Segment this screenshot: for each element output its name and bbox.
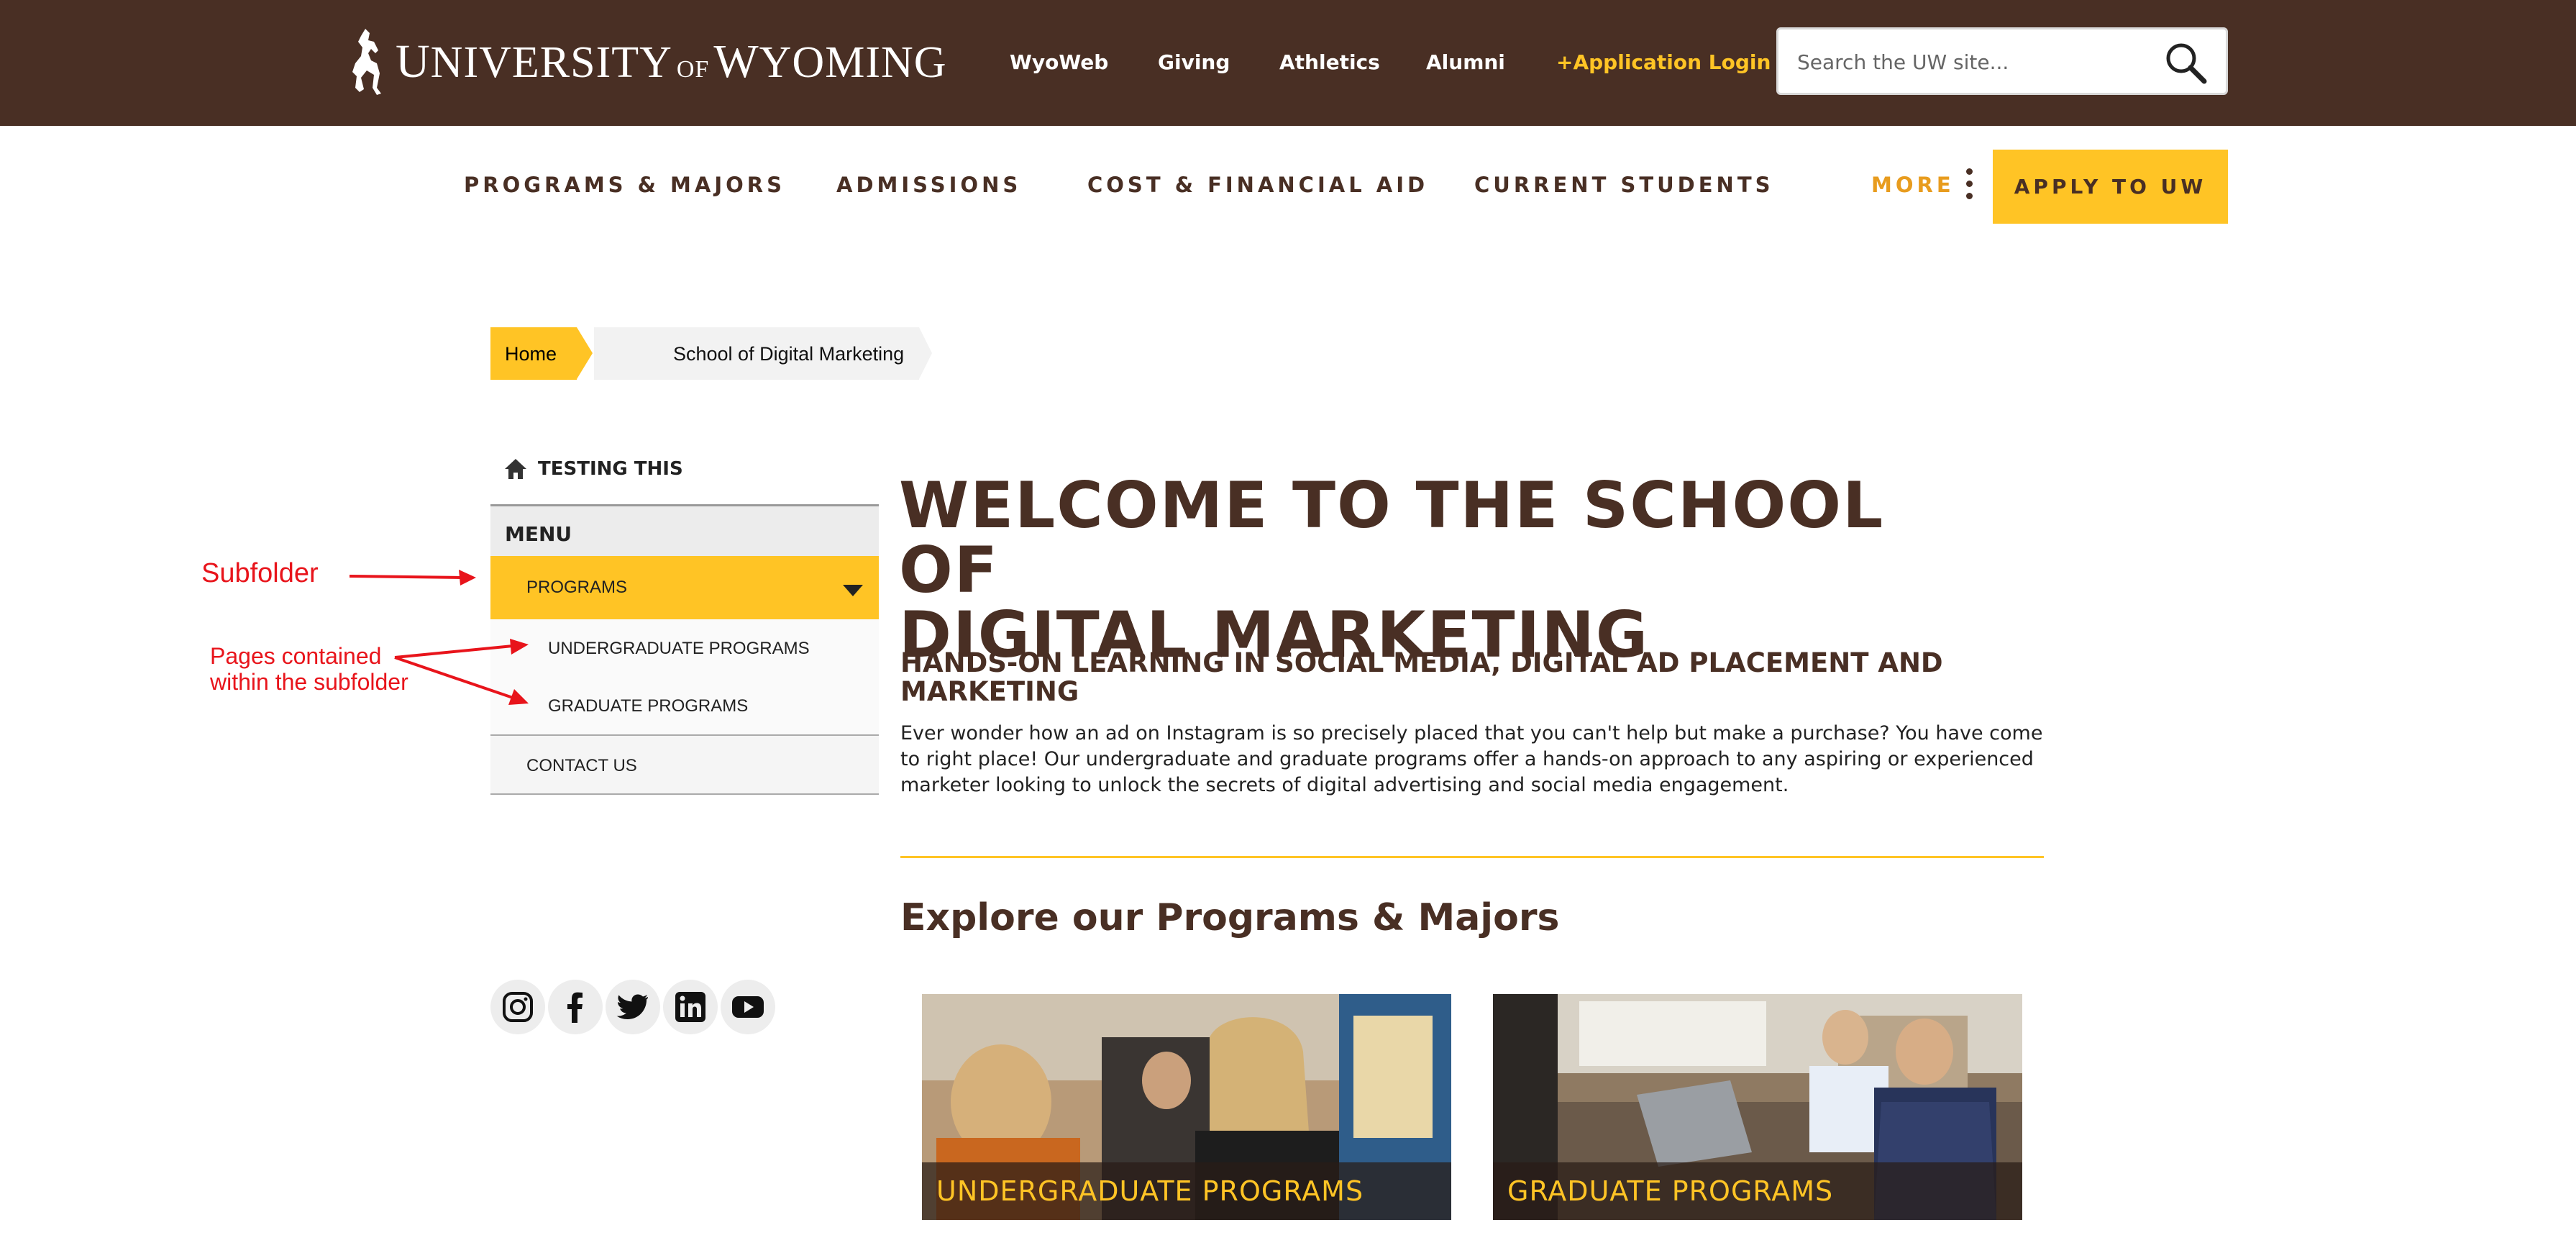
arrow-icon [349, 570, 476, 586]
youtube-link[interactable] [721, 980, 775, 1034]
sidebar-home-label: TESTING THIS [538, 458, 683, 480]
uw-logo[interactable]: UNIVERSITY OFWYOMING [344, 26, 947, 98]
top-bar: UNIVERSITY OFWYOMING WyoWeb Giving Athlet… [0, 0, 2576, 126]
logo-wordmark: UNIVERSITY OFWYOMING [396, 35, 947, 88]
sidebar-item-undergraduate-programs[interactable]: UNDERGRADUATE PROGRAMS [490, 619, 879, 677]
undergraduate-programs-card[interactable]: UNDERGRADUATE PROGRAMS [922, 994, 1451, 1220]
home-icon [505, 459, 526, 479]
athletics-link[interactable]: Athletics [1279, 50, 1380, 74]
search-button[interactable] [2162, 40, 2210, 87]
breadcrumb-home[interactable]: Home [490, 327, 577, 380]
nav-programs-majors[interactable]: PROGRAMS & MAJORS [464, 173, 785, 197]
gold-divider [900, 856, 2044, 858]
twitter-icon [616, 994, 648, 1019]
alumni-link[interactable]: Alumni [1426, 50, 1505, 74]
sidebar-item-graduate-programs[interactable]: GRADUATE PROGRAMS [490, 677, 879, 734]
page-title-line1: WELCOME TO THE SCHOOL OF [899, 468, 1885, 607]
breadcrumb-arrow [919, 327, 932, 379]
intro-paragraph: Ever wonder how an ad on Instagram is so… [900, 722, 2043, 796]
sidebar-item-contact-us[interactable]: CONTACT US [490, 734, 879, 795]
bucking-horse-icon [352, 29, 381, 95]
breadcrumb-home-arrow [577, 327, 593, 379]
linkedin-icon [675, 992, 705, 1022]
caret-down-icon[interactable] [843, 585, 863, 596]
section-title: Explore our Programs & Majors [900, 896, 1560, 939]
apply-button[interactable]: APPLY TO UW [1993, 150, 2228, 224]
facebook-icon [567, 992, 583, 1023]
instagram-link[interactable] [490, 980, 545, 1034]
search-icon [2166, 43, 2207, 84]
page-subheading: HANDS-ON LEARNING IN SOCIAL MEDIA, DIGIT… [900, 647, 1943, 707]
twitter-link[interactable] [606, 980, 660, 1034]
card-label: UNDERGRADUATE PROGRAMS [922, 1162, 1451, 1220]
wyoweb-link[interactable]: WyoWeb [1010, 50, 1108, 74]
nav-admissions[interactable]: ADMISSIONS [836, 173, 1021, 197]
application-login-link[interactable]: +Application Login [1556, 50, 1771, 74]
arrow-icon [394, 639, 529, 705]
page-title: WELCOME TO THE SCHOOL OF DIGITAL MARKETI… [899, 473, 1978, 667]
sidebar-menu-label: MENU [490, 504, 879, 556]
annotation-pages-line1: Pages contained [210, 643, 382, 669]
giving-link[interactable]: Giving [1158, 50, 1230, 74]
more-menu[interactable]: MORE [1871, 173, 1955, 197]
annotation-pages-line2: within the subfolder [210, 669, 408, 695]
breadcrumb-current: School of Digital Marketing [594, 327, 919, 380]
sidebar-home-link[interactable]: TESTING THIS [503, 457, 683, 480]
kebab-menu-icon[interactable] [1962, 168, 1976, 204]
sidebar-item-programs[interactable]: PROGRAMS [490, 556, 879, 619]
annotation-subfolder: Subfolder [201, 558, 319, 588]
annotation-pages: Pages contained within the subfolder [210, 643, 408, 695]
nav-current-students[interactable]: CURRENT STUDENTS [1474, 173, 1774, 197]
youtube-icon [732, 996, 764, 1018]
site-search [1776, 27, 2228, 95]
nav-cost-financial-aid[interactable]: COST & FINANCIAL AID [1087, 173, 1428, 197]
card-label: GRADUATE PROGRAMS [1493, 1162, 2022, 1220]
graduate-programs-card[interactable]: GRADUATE PROGRAMS [1493, 994, 2022, 1220]
linkedin-link[interactable] [663, 980, 718, 1034]
search-input[interactable] [1797, 45, 2157, 78]
facebook-link[interactable] [548, 980, 603, 1034]
instagram-icon [503, 992, 533, 1022]
sidebar-item-label: PROGRAMS [526, 578, 628, 597]
